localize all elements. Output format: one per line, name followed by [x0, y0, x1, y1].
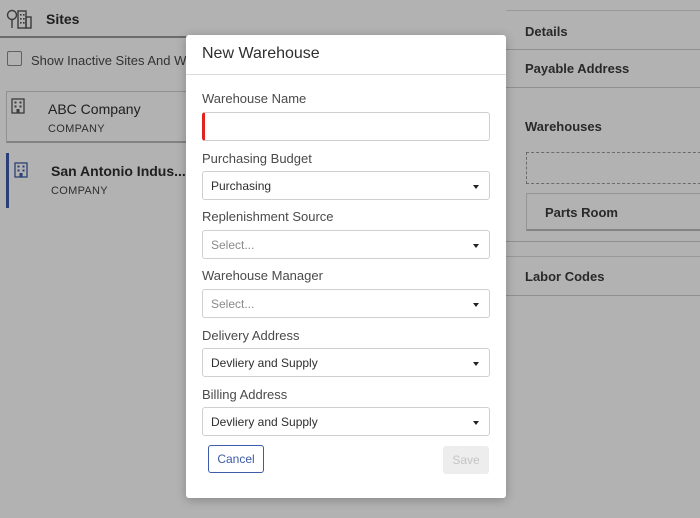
caret-down-icon — [473, 185, 479, 189]
new-warehouse-dialog: New Warehouse Warehouse Name Purchasing … — [186, 35, 506, 498]
purchasing-budget-select[interactable]: Purchasing — [202, 171, 490, 200]
delivery-address-select[interactable]: Devliery and Supply — [202, 348, 490, 377]
replenishment-source-select[interactable]: Select... — [202, 230, 490, 259]
warehouse-name-label: Warehouse Name — [202, 91, 307, 106]
billing-address-value: Devliery and Supply — [211, 415, 318, 429]
replenishment-source-label: Replenishment Source — [202, 209, 334, 224]
warehouse-manager-value: Select... — [211, 297, 255, 311]
warehouse-manager-select[interactable]: Select... — [202, 289, 490, 318]
save-button[interactable]: Save — [443, 446, 489, 474]
warehouse-name-input[interactable] — [202, 112, 490, 141]
caret-down-icon — [473, 244, 479, 248]
caret-down-icon — [473, 303, 479, 307]
billing-address-label: Billing Address — [202, 387, 288, 402]
dialog-header: New Warehouse — [186, 35, 506, 75]
caret-down-icon — [473, 421, 479, 425]
dialog-title: New Warehouse — [202, 45, 320, 62]
purchasing-budget-value: Purchasing — [211, 179, 272, 193]
billing-address-select[interactable]: Devliery and Supply — [202, 407, 490, 436]
delivery-address-value: Devliery and Supply — [211, 356, 318, 370]
warehouse-manager-label: Warehouse Manager — [202, 268, 323, 283]
caret-down-icon — [473, 362, 479, 366]
cancel-button[interactable]: Cancel — [208, 445, 264, 473]
delivery-address-label: Delivery Address — [202, 328, 300, 343]
replenishment-source-value: Select... — [211, 238, 255, 252]
purchasing-budget-label: Purchasing Budget — [202, 151, 312, 166]
